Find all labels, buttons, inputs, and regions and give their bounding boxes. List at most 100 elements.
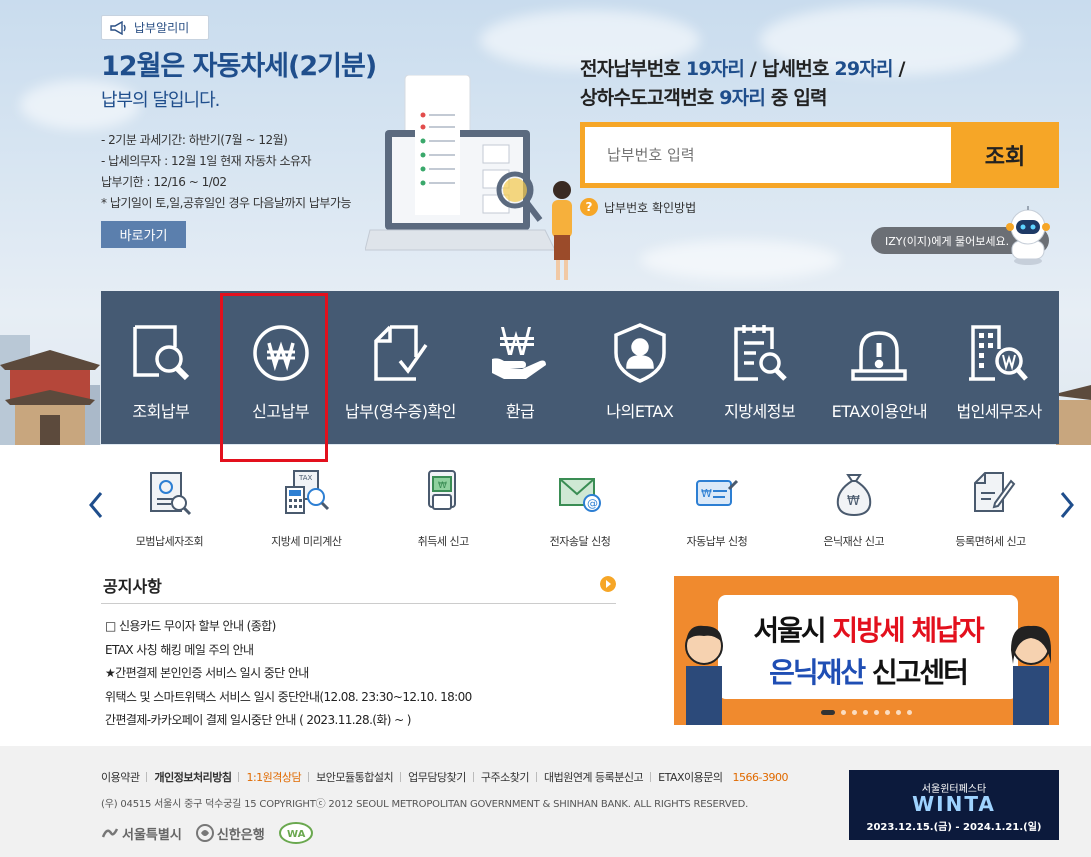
wallet-icon: ₩: [428, 470, 457, 510]
go-button[interactable]: 바로가기: [101, 221, 186, 248]
payment-number-help-label: 납부번호 확인방법: [604, 200, 697, 215]
notice-item[interactable]: 위택스 및 스마트위택스 서비스 일시 중단안내(12.08. 23:30~12…: [105, 686, 472, 710]
web-accessibility-mark-icon: WA: [278, 822, 313, 844]
quick-menu-item[interactable]: ₩ 자동납부 신청: [648, 463, 785, 553]
svg-text:WA: WA: [287, 829, 306, 840]
robot-mascot-icon[interactable]: [1000, 205, 1056, 267]
quick-menu-item[interactable]: 모범납세자조회: [101, 463, 238, 553]
quick-menu-item[interactable]: @ 전자송달 신청: [512, 463, 649, 553]
notice-item[interactable]: ETAX 사칭 해킹 메일 주의 안내: [105, 639, 472, 663]
payment-number-help-link[interactable]: ? 납부번호 확인방법: [580, 198, 696, 216]
notice-item[interactable]: ★간편결제 본인인증 서비스 일시 중단 안내: [105, 662, 472, 686]
banner-subline: 은닉재산 신고센터: [718, 651, 1018, 691]
search-heading-text: / 납세번호: [744, 58, 835, 80]
fest-dates: 2023.12.15.(금) - 2024.1.21.(일): [866, 822, 1042, 833]
footer-logos: 서울특별시 신한은행 WA: [101, 822, 313, 844]
main-menu-label: 납부(영수증)확인: [344, 402, 457, 421]
tax-notice-tag: 납부알리미: [101, 15, 209, 40]
payment-number-input[interactable]: [585, 127, 951, 183]
hero-subtitle: 납부의 달입니다.: [101, 90, 220, 111]
shinhan-logo-label: 신한은행: [216, 827, 265, 843]
email-icon: @: [559, 478, 601, 512]
svg-text:TAX: TAX: [298, 474, 313, 482]
promo-banner[interactable]: 서울시 지방세 체납자 은닉재산 신고센터: [674, 576, 1059, 725]
banner-text-highlight: 은닉재산: [769, 656, 866, 689]
svg-text:₩: ₩: [438, 481, 447, 491]
pagination-dot[interactable]: [907, 710, 912, 715]
chevron-right-icon[interactable]: [1057, 487, 1077, 523]
main-menu-label: 법인세무조사: [956, 402, 1042, 421]
pagination-dot[interactable]: [841, 710, 846, 715]
footer-link[interactable]: 대법원연계 등록분신고: [544, 769, 644, 785]
main-menu-item-my-etax[interactable]: 나의ETAX: [580, 291, 700, 444]
more-arrow-icon[interactable]: [600, 576, 616, 592]
pagination-dot[interactable]: [874, 710, 879, 715]
main-menu-item-inquiry-payment[interactable]: 조회납부: [101, 291, 221, 444]
notice-item[interactable]: □ 신용카드 무이자 할부 안내 (종합): [105, 615, 472, 639]
refund-hand-icon: [492, 327, 547, 379]
hero-title: 12월은 자동차세(2기분): [101, 51, 377, 82]
main-menu-item-etax-guide[interactable]: ETAX이용안내: [820, 291, 940, 444]
character-right-illustration: [1011, 625, 1051, 725]
hero-info-line: - 납세의무자 : 12월 1일 현재 자동차 소유자: [101, 154, 312, 168]
footer-link[interactable]: 구주소찾기: [481, 769, 530, 785]
main-menu-item-receipt-check[interactable]: 납부(영수증)확인: [341, 291, 461, 444]
seoul-symbol-icon: [101, 828, 119, 838]
search-button[interactable]: 조회: [951, 122, 1059, 188]
money-bag-icon: ₩: [836, 474, 871, 517]
pagination-dot[interactable]: [852, 710, 857, 715]
footer-link[interactable]: 업무담당찾기: [408, 769, 466, 785]
quick-menu-item[interactable]: ₩ 취득세 신고: [375, 463, 512, 553]
shinhan-symbol-icon: [195, 824, 214, 842]
footer-link[interactable]: 이용약관: [101, 769, 140, 785]
hero-info-line: 납부기한 : 12/16 ~ 1/02: [101, 175, 227, 189]
footer-phone: 1566-3900: [732, 770, 789, 784]
seoul-logo-label: 서울특별시: [122, 827, 182, 843]
footer-link[interactable]: 보안모듈통합설치: [316, 769, 393, 785]
payment-number-search: 조회: [580, 122, 1059, 188]
main-menu-label: 환급: [505, 402, 535, 421]
main-menu-item-local-tax-info[interactable]: 지방세정보: [700, 291, 820, 444]
search-heading-highlight: 19자리: [685, 58, 745, 80]
quick-menu-label: 모범납세자조회: [135, 535, 204, 548]
pagination-dot[interactable]: [896, 710, 901, 715]
quick-menu-label: 전자송달 신청: [549, 535, 611, 548]
document-pen-icon: [973, 472, 1015, 512]
banner-text-highlight: 지방세 체납자: [832, 614, 984, 647]
main-menu-item-refund[interactable]: 환급: [460, 291, 580, 444]
notice-title: 공지사항: [103, 577, 162, 596]
quick-menu-item[interactable]: 등록면허세 신고: [922, 463, 1059, 553]
pagination-dot[interactable]: [885, 710, 890, 715]
hero-info: - 2기분 과세기간: 하반기(7월 ~ 12월) - 납세의무자 : 12월 …: [101, 130, 352, 214]
fest-logo-text: WINTA: [912, 792, 996, 816]
pagination-dot[interactable]: [863, 710, 868, 715]
footer-link-privacy[interactable]: 개인정보처리방침: [154, 769, 231, 785]
hero-info-line: - 2기분 과세기간: 하반기(7월 ~ 12월): [101, 133, 288, 147]
main-menu-item-report-payment[interactable]: 신고납부: [221, 291, 341, 444]
quick-menu-item[interactable]: TAX 지방세 미리계산: [238, 463, 375, 553]
footer-link[interactable]: 1:1원격상담: [246, 769, 301, 785]
notepad-search-icon: [733, 325, 787, 381]
shinhan-logo[interactable]: 신한은행: [195, 824, 265, 843]
pagination-dot[interactable]: [821, 710, 835, 715]
main-menu-label: 나의ETAX: [606, 402, 674, 421]
search-heading-highlight: 9자리: [719, 87, 766, 109]
quick-menu-label: 지방세 미리계산: [271, 535, 342, 548]
main-menu-label: 조회납부: [132, 402, 190, 421]
footer-link[interactable]: ETAX이용문의: [658, 769, 723, 785]
main-menu-item-corporate-audit[interactable]: 법인세무조사: [939, 291, 1059, 444]
hero-info-line: * 납기일이 토,일,공휴일인 경우 다음날까지 납부가능: [101, 196, 352, 210]
receipt-check-icon: [374, 325, 428, 381]
winter-festa-banner[interactable]: 서울윈터페스타 WINTA 2023.12.15.(금) - 2024.1.21…: [849, 770, 1059, 840]
megaphone-icon: [110, 20, 126, 35]
footer-links: 이용약관 개인정보처리방침 1:1원격상담 보안모듈통합설치 업무담당찾기 구주…: [101, 769, 788, 785]
quick-menu: 모범납세자조회 TAX 지방세 미리계산 ₩ 취득세 신고 @ 전자송달 신청: [101, 463, 1059, 553]
banner-text: 신고센터: [864, 656, 969, 689]
tax-checklist-illustration: [365, 75, 572, 280]
banner-text: 서울시: [753, 614, 833, 647]
seoul-logo[interactable]: 서울특별시: [101, 824, 182, 843]
question-icon: ?: [580, 198, 598, 216]
quick-menu-item[interactable]: ₩ 은닉재산 신고: [785, 463, 922, 553]
notice-item[interactable]: 간편결제-카카오페이 결제 일시중단 안내 ( 2023.11.28.(화) ~…: [105, 709, 472, 733]
quick-menu-label: 은닉재산 신고: [823, 535, 885, 548]
